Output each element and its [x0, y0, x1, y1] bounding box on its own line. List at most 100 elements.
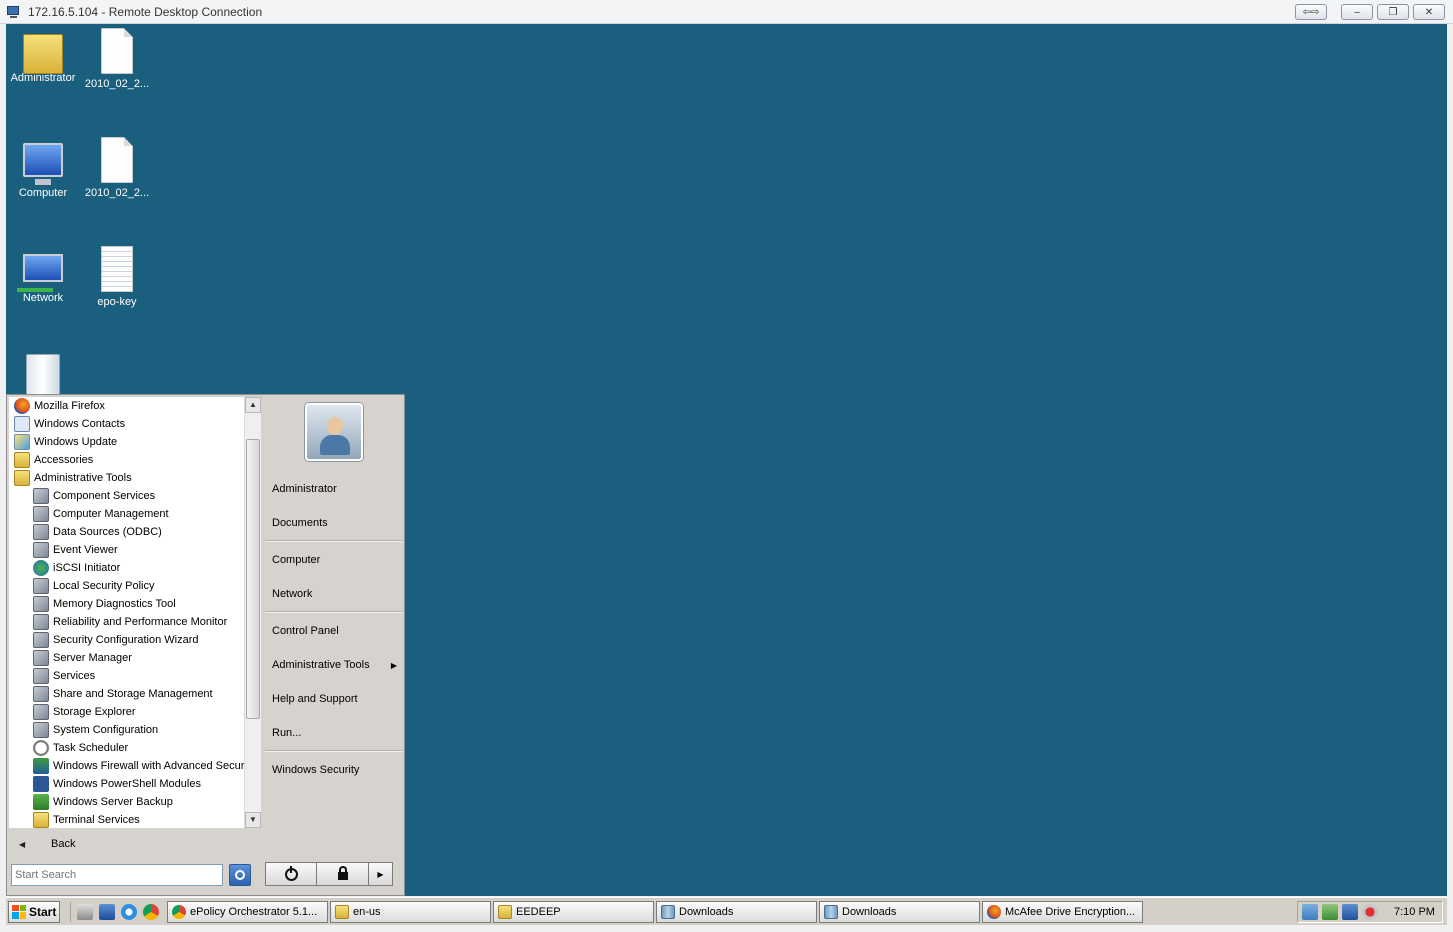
program-label: Mozilla Firefox — [34, 400, 105, 412]
rp-item-documents[interactable]: Documents — [265, 511, 403, 535]
scrollbar-thumb[interactable] — [246, 439, 260, 719]
taskbar-button-en-us[interactable]: en-us — [330, 900, 491, 923]
desktop-icon-administrator[interactable]: Administrator — [6, 28, 80, 84]
program-label: Windows Firewall with Advanced Securit — [53, 760, 244, 772]
tray-network-icon[interactable] — [1302, 904, 1318, 920]
program-item-firefox[interactable]: Mozilla Firefox — [9, 397, 244, 415]
program-item-task-scheduler[interactable]: Task Scheduler — [9, 739, 244, 757]
window-title: 172.16.5.104 - Remote Desktop Connection — [28, 4, 263, 19]
rp-item-control-panel[interactable]: Control Panel — [265, 619, 403, 643]
program-label: Windows PowerShell Modules — [53, 778, 201, 790]
rp-item-network[interactable]: Network — [265, 582, 403, 606]
file-icon — [101, 137, 133, 183]
program-folder-accessories[interactable]: Accessories — [9, 451, 244, 469]
desktop-icon-network[interactable]: Network — [6, 246, 80, 304]
desktop-icon-file-1[interactable]: 2010_02_2... — [80, 28, 154, 90]
rp-item-help-support[interactable]: Help and Support — [265, 687, 403, 711]
tray-connection-icon[interactable] — [1342, 904, 1358, 920]
server-manager-icon — [33, 650, 49, 666]
desktop-icon-label: 2010_02_2... — [84, 187, 150, 199]
desktop-icon-label: epo-key — [97, 296, 137, 308]
restore-button[interactable]: ❐ — [1377, 4, 1409, 20]
program-label: Administrative Tools — [34, 472, 132, 484]
task-label: en-us — [353, 905, 381, 918]
taskbar-button-epolicy[interactable]: ePolicy Orchestrator 5.1... — [167, 900, 328, 923]
minimize-button[interactable]: – — [1341, 4, 1373, 20]
back-button[interactable]: ◀ Back — [9, 833, 261, 855]
program-item-security-wizard[interactable]: Security Configuration Wizard — [9, 631, 244, 649]
lock-button[interactable] — [317, 862, 369, 886]
tray-volume-muted-icon[interactable] — [1362, 904, 1378, 920]
rp-item-administrator[interactable]: Administrator — [265, 477, 403, 501]
rp-item-run[interactable]: Run... — [265, 721, 403, 745]
program-label: Windows Server Backup — [53, 796, 173, 808]
program-item-share-storage[interactable]: Share and Storage Management — [9, 685, 244, 703]
program-item-odbc[interactable]: Data Sources (ODBC) — [9, 523, 244, 541]
file-icon — [101, 28, 133, 74]
taskbar-button-downloads-2[interactable]: Downloads — [819, 900, 980, 923]
rp-item-computer[interactable]: Computer — [265, 548, 403, 572]
program-item-windows-firewall[interactable]: Windows Firewall with Advanced Securit — [9, 757, 244, 775]
network-icon — [17, 254, 63, 292]
program-item-windows-contacts[interactable]: Windows Contacts — [9, 415, 244, 433]
desktop-icon-label: Computer — [18, 187, 68, 199]
program-item-event-viewer[interactable]: Event Viewer — [9, 541, 244, 559]
program-item-system-configuration[interactable]: System Configuration — [9, 721, 244, 739]
server-manager-icon[interactable] — [77, 903, 93, 920]
program-label: Terminal Services — [53, 814, 140, 826]
program-item-computer-management[interactable]: Computer Management — [9, 505, 244, 523]
task-label: Downloads — [679, 905, 734, 918]
scroll-up-arrow-icon[interactable]: ▲ — [245, 397, 261, 413]
program-label: Server Manager — [53, 652, 132, 664]
clock[interactable]: 7:10 PM — [1394, 906, 1435, 918]
connection-bar-button[interactable]: ⇦⇨ — [1295, 4, 1327, 20]
program-item-local-security-policy[interactable]: Local Security Policy — [9, 577, 244, 595]
back-arrow-icon: ◀ — [19, 839, 26, 849]
desktop-icon-file-2[interactable]: 2010_02_2... — [80, 137, 154, 199]
close-button[interactable]: ✕ — [1413, 4, 1445, 20]
firefox-icon — [987, 904, 1001, 919]
start-menu: Mozilla Firefox Windows Contacts Windows… — [6, 394, 405, 896]
rdp-titlebar: 172.16.5.104 - Remote Desktop Connection… — [0, 0, 1453, 24]
start-button[interactable]: Start — [8, 900, 60, 923]
taskbar-button-eedeep[interactable]: EEDEEP — [493, 900, 654, 923]
desktop-icon-label: Network — [22, 292, 64, 304]
rp-item-administrative-tools[interactable]: Administrative Tools ▶ — [265, 653, 403, 677]
program-item-memory-diagnostics[interactable]: Memory Diagnostics Tool — [9, 595, 244, 613]
rp-item-label: Administrative Tools — [272, 659, 370, 671]
program-item-services[interactable]: Services — [9, 667, 244, 685]
start-search-row — [11, 862, 261, 888]
tray-security-icon[interactable] — [1322, 904, 1338, 920]
internet-explorer-icon[interactable] — [121, 903, 137, 920]
program-item-storage-explorer[interactable]: Storage Explorer — [9, 703, 244, 721]
user-avatar[interactable] — [305, 403, 363, 461]
program-item-iscsi-initiator[interactable]: iSCSI Initiator — [9, 559, 244, 577]
start-label: Start — [29, 904, 57, 919]
start-search-input[interactable] — [11, 864, 223, 886]
program-folder-administrative-tools[interactable]: Administrative Tools — [9, 469, 244, 487]
rp-item-windows-security[interactable]: Windows Security — [265, 758, 403, 782]
taskbar-button-downloads-1[interactable]: Downloads — [656, 900, 817, 923]
program-item-reliability-monitor[interactable]: Reliability and Performance Monitor — [9, 613, 244, 631]
shutdown-options-button[interactable]: ▶ — [369, 862, 393, 886]
program-item-powershell-modules[interactable]: Windows PowerShell Modules — [9, 775, 244, 793]
program-item-component-services[interactable]: Component Services — [9, 487, 244, 505]
taskbar-button-mcafee[interactable]: McAfee Drive Encryption... — [982, 900, 1143, 923]
desktop-icon-epo-key[interactable]: epo-key — [80, 246, 154, 308]
program-folder-terminal-services[interactable]: Terminal Services — [9, 811, 244, 828]
chrome-icon[interactable] — [143, 903, 159, 920]
separator — [265, 540, 403, 542]
scroll-down-arrow-icon[interactable]: ▼ — [245, 812, 261, 828]
show-desktop-icon[interactable] — [99, 903, 115, 920]
program-item-server-manager[interactable]: Server Manager — [9, 649, 244, 667]
power-button[interactable] — [265, 862, 317, 886]
folder-icon — [335, 904, 349, 919]
desktop-icon-computer[interactable]: Computer — [6, 137, 80, 199]
programs-scrollbar[interactable]: ▲ ▼ — [244, 397, 261, 828]
back-label: Back — [51, 838, 76, 850]
search-button[interactable] — [229, 864, 251, 886]
program-item-server-backup[interactable]: Windows Server Backup — [9, 793, 244, 811]
program-label: Share and Storage Management — [53, 688, 213, 700]
program-label: Event Viewer — [53, 544, 118, 556]
program-item-windows-update[interactable]: Windows Update — [9, 433, 244, 451]
